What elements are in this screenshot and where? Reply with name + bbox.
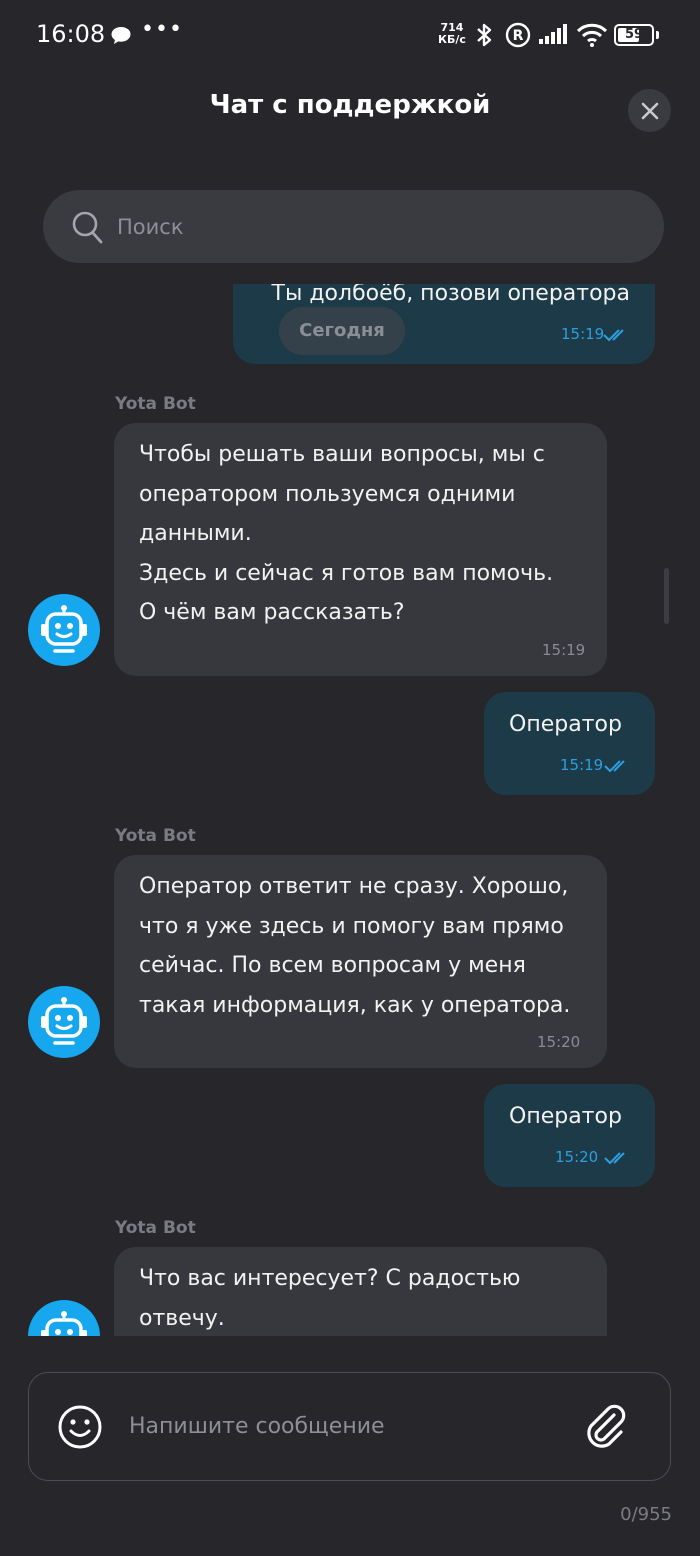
chat-scrollbar[interactable] xyxy=(664,568,669,624)
close-button[interactable] xyxy=(628,89,671,132)
status-time: 16:08 xyxy=(36,20,106,48)
sender-name: Yota Bot xyxy=(115,826,196,846)
double-check-icon xyxy=(604,1152,625,1165)
sender-name: Yota Bot xyxy=(115,1218,196,1238)
svg-text:R: R xyxy=(513,28,524,44)
sender-name: Yota Bot xyxy=(115,394,196,414)
message-text: Чтобы решать ваши вопросы, мы с оператор… xyxy=(139,442,554,625)
message-time: 15:19 xyxy=(560,756,604,774)
network-speed: 714 КБ/с xyxy=(438,21,466,46)
double-check-icon xyxy=(603,329,624,342)
message-bubble-user[interactable]: Оператор 15:20 xyxy=(484,1084,655,1187)
chat-bubble-icon xyxy=(110,26,132,50)
message-time: 15:20 xyxy=(555,1148,599,1166)
paperclip-icon xyxy=(587,1404,626,1448)
status-bar: 16:08 ••• 714 КБ/с R 59 xyxy=(0,0,700,72)
double-check-icon xyxy=(604,760,625,773)
message-bubble-user[interactable]: Оператор 15:19 xyxy=(484,692,655,795)
message-bubble-bot[interactable]: Чтобы решать ваши вопросы, мы с оператор… xyxy=(114,423,607,676)
signal-icon xyxy=(538,22,568,50)
page-title: Чат с поддержкой xyxy=(209,90,491,120)
battery-level: 59 xyxy=(624,27,644,42)
close-icon xyxy=(641,102,658,119)
message-time: 15:19 xyxy=(542,641,586,659)
robot-icon xyxy=(41,1311,87,1336)
message-bubble-bot[interactable]: Что вас интересует? С радостью отвечу. xyxy=(114,1247,607,1336)
robot-icon xyxy=(41,605,87,653)
char-counter: 0/955 xyxy=(620,1504,672,1525)
bot-avatar xyxy=(28,986,100,1058)
message-text: Оператор ответит не сразу. Хорошо, что я… xyxy=(139,874,571,1018)
bot-avatar xyxy=(28,594,100,666)
message-input[interactable] xyxy=(129,1373,569,1480)
smiley-icon xyxy=(58,1405,102,1449)
chat-messages[interactable]: Ты долбоёб, позови оператора 15:19 Сегод… xyxy=(0,284,700,1336)
message-time: 15:19 xyxy=(561,325,605,343)
message-time: 15:20 xyxy=(537,1033,581,1051)
message-bubble-bot[interactable]: Оператор ответит не сразу. Хорошо, что я… xyxy=(114,855,607,1068)
robot-icon xyxy=(41,997,87,1045)
bot-avatar xyxy=(28,1300,100,1336)
date-separator: Сегодня xyxy=(279,307,405,355)
search-input[interactable] xyxy=(117,190,637,263)
more-dots-icon: ••• xyxy=(141,17,183,42)
search-bar[interactable] xyxy=(43,190,664,263)
battery-icon: 59 xyxy=(614,24,654,46)
wifi-icon xyxy=(576,22,608,52)
message-text: Оператор xyxy=(509,712,622,737)
bluetooth-icon xyxy=(473,22,495,52)
emoji-button[interactable] xyxy=(57,1404,103,1454)
message-composer[interactable] xyxy=(28,1372,671,1481)
registered-icon: R xyxy=(505,22,531,52)
message-text: Что вас интересует? С радостью отвечу. xyxy=(139,1266,521,1331)
attach-button[interactable] xyxy=(581,1403,629,1455)
message-text: Оператор xyxy=(509,1104,622,1129)
search-icon xyxy=(72,211,103,244)
